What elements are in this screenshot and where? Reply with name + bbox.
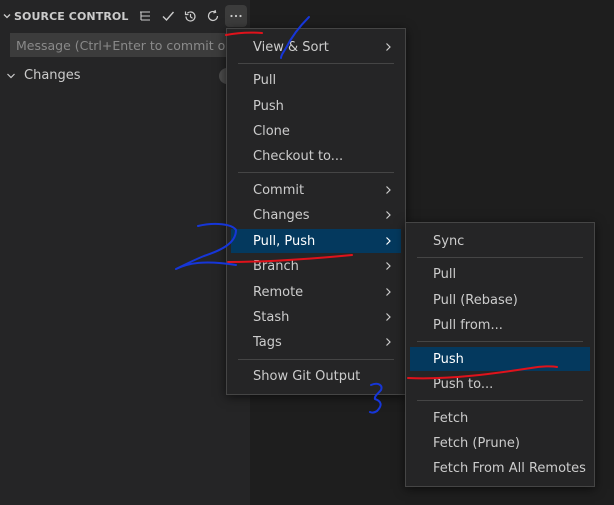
chevron-right-icon	[386, 186, 391, 194]
refresh-button[interactable]	[202, 5, 224, 27]
view-as-tree-icon	[140, 11, 150, 21]
chevron-right-icon	[386, 211, 391, 219]
commit-check-icon	[162, 11, 175, 22]
menu-separator	[238, 359, 394, 360]
menu-item-commit[interactable]: Commit	[231, 178, 401, 202]
menu-item-changes[interactable]: Changes	[231, 203, 401, 227]
menu-item-label: Remote	[253, 284, 304, 300]
source-control-header: SOURCE CONTROL	[0, 0, 250, 34]
submenu-item-sync[interactable]: Sync	[410, 229, 590, 253]
submenu-item-label: Pull from...	[433, 317, 503, 333]
menu-item-clone[interactable]: Clone	[231, 119, 401, 143]
more-actions-menu: View & Sort Pull Push Clone Checkout to.…	[226, 28, 406, 395]
chevron-right-icon	[386, 288, 391, 296]
menu-item-label: Show Git Output	[253, 368, 361, 384]
menu-item-label: Pull, Push	[253, 233, 316, 249]
menu-item-checkout[interactable]: Checkout to...	[231, 144, 401, 168]
view-as-tree-button[interactable]	[134, 5, 156, 27]
menu-item-label: Branch	[253, 258, 299, 274]
source-control-title: SOURCE CONTROL	[14, 10, 129, 23]
menu-separator	[417, 257, 583, 258]
menu-item-tags[interactable]: Tags	[231, 330, 401, 354]
menu-separator	[238, 63, 394, 64]
commit-button[interactable]	[157, 5, 179, 27]
submenu-item-label: Push	[433, 351, 464, 367]
submenu-item-label: Fetch	[433, 410, 469, 426]
chevron-down-icon	[7, 73, 15, 79]
submenu-item-pull-rebase[interactable]: Pull (Rebase)	[410, 288, 590, 312]
submenu-item-pull-from[interactable]: Pull from...	[410, 313, 590, 337]
history-icon	[184, 10, 196, 22]
submenu-item-label: Fetch From All Remotes	[433, 460, 586, 476]
submenu-item-pull[interactable]: Pull	[410, 262, 590, 286]
menu-item-label: Push	[253, 98, 284, 114]
pull-push-submenu: Sync Pull Pull (Rebase) Pull from... Pus…	[405, 222, 595, 487]
submenu-item-push[interactable]: Push	[410, 347, 590, 371]
chevron-right-icon	[386, 237, 391, 245]
changes-group[interactable]: Changes	[0, 65, 250, 87]
submenu-item-label: Push to...	[433, 376, 494, 392]
menu-separator	[238, 172, 394, 173]
submenu-item-fetch[interactable]: Fetch	[410, 406, 590, 430]
submenu-item-label: Fetch (Prune)	[433, 435, 520, 451]
chevron-right-icon	[386, 43, 391, 51]
menu-item-label: Clone	[253, 123, 290, 139]
chevron-right-icon	[386, 313, 391, 321]
submenu-item-label: Sync	[433, 233, 465, 249]
submenu-item-label: Pull (Rebase)	[433, 292, 518, 308]
menu-item-label: Checkout to...	[253, 148, 344, 164]
menu-item-label: Pull	[253, 72, 277, 88]
menu-item-branch[interactable]: Branch	[231, 254, 401, 278]
submenu-item-fetch-prune[interactable]: Fetch (Prune)	[410, 431, 590, 455]
menu-separator	[417, 341, 583, 342]
history-button[interactable]	[179, 5, 201, 27]
submenu-item-label: Pull	[433, 266, 457, 282]
menu-item-label: Stash	[253, 309, 290, 325]
commit-message-input[interactable]	[10, 33, 242, 57]
more-actions-button[interactable]	[225, 5, 247, 27]
chevron-right-icon	[386, 262, 391, 270]
menu-separator	[417, 400, 583, 401]
menu-item-remote[interactable]: Remote	[231, 280, 401, 304]
source-control-sidebar: SOURCE CONTROL Message (Ctrl+Enter to co…	[0, 0, 250, 505]
menu-item-pull-push[interactable]: Pull, Push	[231, 229, 401, 253]
submenu-item-fetch-all-remotes[interactable]: Fetch From All Remotes	[410, 456, 590, 480]
menu-item-label: View & Sort	[253, 39, 329, 55]
menu-item-pull[interactable]: Pull	[231, 68, 401, 92]
more-actions-icon	[230, 14, 242, 18]
menu-item-stash[interactable]: Stash	[231, 305, 401, 329]
menu-item-show-git-output[interactable]: Show Git Output	[231, 364, 401, 388]
refresh-icon	[207, 9, 219, 22]
changes-label: Changes	[24, 68, 81, 83]
menu-item-view-sort[interactable]: View & Sort	[231, 35, 401, 59]
menu-item-label: Changes	[253, 207, 310, 223]
chevron-right-icon	[386, 338, 391, 346]
submenu-item-push-to[interactable]: Push to...	[410, 372, 590, 396]
menu-item-push[interactable]: Push	[231, 94, 401, 118]
menu-item-label: Commit	[253, 182, 305, 198]
menu-item-label: Tags	[253, 334, 282, 350]
chevron-down-icon[interactable]	[2, 11, 12, 21]
